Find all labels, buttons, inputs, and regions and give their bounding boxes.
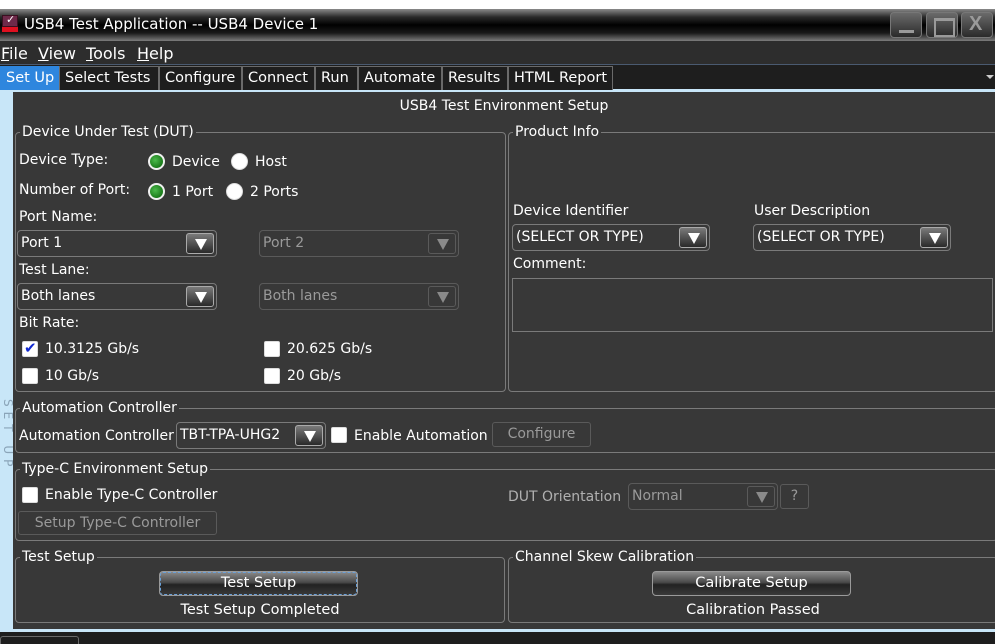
device-identifier-select[interactable]: (SELECT OR TYPE) xyxy=(512,224,710,251)
user-description-select[interactable]: (SELECT OR TYPE) xyxy=(753,224,951,251)
chevron-down-icon[interactable] xyxy=(295,425,323,446)
automation-controller-label: Automation Controller xyxy=(19,428,174,444)
menu-view[interactable]: View xyxy=(38,44,76,63)
user-description-value[interactable]: (SELECT OR TYPE) xyxy=(757,229,885,245)
bitrate-10-3125-checkbox[interactable] xyxy=(22,339,38,357)
chevron-down-icon xyxy=(428,286,456,307)
maximize-button[interactable] xyxy=(926,12,958,38)
radio-device[interactable] xyxy=(148,153,165,170)
menu-help[interactable]: Help xyxy=(137,44,173,63)
bottom-tab[interactable] xyxy=(0,636,79,644)
radio-host-label[interactable]: Host xyxy=(255,154,287,170)
port2-select: Port 2 xyxy=(259,230,459,257)
setup-content: SET UP USB4 Test Environment Setup Devic… xyxy=(0,92,995,632)
bitrate-20-label[interactable]: 20 Gb/s xyxy=(287,368,341,384)
setup-typec-button: Setup Type-C Controller xyxy=(18,511,217,535)
menu-tools[interactable]: Tools xyxy=(86,44,125,63)
bottom-strip xyxy=(0,632,995,644)
tab-automate[interactable]: Automate xyxy=(358,66,442,90)
configure-button: Configure xyxy=(492,422,591,447)
typec-group-title: Type-C Environment Setup xyxy=(20,459,211,479)
chevron-down-icon[interactable] xyxy=(679,227,707,248)
enable-automation-checkbox[interactable] xyxy=(331,427,347,443)
menu-bar: File View Tools Help xyxy=(0,41,995,65)
bit-rate-label: Bit Rate: xyxy=(19,315,80,331)
lane2-select: Both lanes xyxy=(259,283,459,310)
bitrate-10-label[interactable]: 10 Gb/s xyxy=(45,368,99,384)
chevron-down-icon xyxy=(428,233,456,254)
calibration-group-title: Channel Skew Calibration xyxy=(513,547,697,567)
app-icon xyxy=(2,13,18,33)
bitrate-10-3125-label[interactable]: 10.3125 Gb/s xyxy=(45,341,139,357)
enable-typec-label[interactable]: Enable Type-C Controller xyxy=(45,487,217,503)
tab-run[interactable]: Run xyxy=(315,66,358,90)
lane1-select[interactable]: Both lanes xyxy=(17,283,217,310)
title-bar: USB4 Test Application -- USB4 Device 1 xyxy=(0,9,995,41)
chevron-down-icon[interactable] xyxy=(920,227,948,248)
chevron-down-icon[interactable] xyxy=(186,233,214,254)
chevron-down-icon[interactable] xyxy=(186,286,214,307)
minimize-button[interactable] xyxy=(890,12,922,38)
tab-set-up[interactable]: Set Up xyxy=(0,66,59,90)
radio-1-port-label[interactable]: 1 Port xyxy=(172,184,213,200)
device-identifier-value[interactable]: (SELECT OR TYPE) xyxy=(516,229,644,245)
automation-controller-select[interactable]: TBT-TPA-UHG2 xyxy=(176,422,326,449)
radio-device-label[interactable]: Device xyxy=(172,154,220,170)
bitrate-20-625-checkbox[interactable] xyxy=(264,341,280,357)
dut-group-title: Device Under Test (DUT) xyxy=(20,122,196,142)
lane2-value: Both lanes xyxy=(263,288,338,304)
bitrate-20-625-label[interactable]: 20.625 Gb/s xyxy=(287,341,372,357)
port1-select[interactable]: Port 1 xyxy=(17,230,217,257)
radio-1-port[interactable] xyxy=(148,183,165,200)
close-button[interactable] xyxy=(961,12,993,38)
dut-orientation-label: DUT Orientation xyxy=(508,489,622,505)
tab-configure[interactable]: Configure xyxy=(159,66,242,90)
enable-automation-label[interactable]: Enable Automation xyxy=(354,428,488,444)
product-info-title: Product Info xyxy=(513,122,602,142)
automation-controller-value: TBT-TPA-UHG2 xyxy=(180,427,281,443)
bitrate-10-checkbox[interactable] xyxy=(22,368,38,384)
tab-results[interactable]: Results xyxy=(442,66,508,90)
tab-connect[interactable]: Connect xyxy=(242,66,315,90)
radio-2-ports-label[interactable]: 2 Ports xyxy=(250,184,298,200)
window-title: USB4 Test Application -- USB4 Device 1 xyxy=(24,15,319,33)
automation-group-title: Automation Controller xyxy=(20,398,179,418)
dut-orientation-value: Normal xyxy=(632,488,683,504)
lane1-value: Both lanes xyxy=(21,288,96,304)
test-lane-label: Test Lane: xyxy=(19,262,90,278)
menu-file[interactable]: File xyxy=(1,44,28,63)
calibration-status: Calibration Passed xyxy=(686,602,820,618)
tab-overflow-arrow-icon[interactable] xyxy=(986,75,994,79)
test-setup-group-title: Test Setup xyxy=(20,547,97,567)
page-heading: USB4 Test Environment Setup xyxy=(399,98,609,114)
tab-select-tests[interactable]: Select Tests xyxy=(59,66,159,90)
setup-panel: USB4 Test Environment Setup Device Under… xyxy=(13,92,995,629)
port1-value: Port 1 xyxy=(21,235,63,251)
dut-orientation-select: Normal xyxy=(628,483,778,510)
tab-bar: Set Up Select Tests Configure Connect Ru… xyxy=(0,65,995,92)
tab-html-report[interactable]: HTML Report xyxy=(508,66,613,90)
comment-textarea[interactable] xyxy=(512,278,993,332)
chevron-down-icon xyxy=(747,486,775,507)
calibrate-setup-button[interactable]: Calibrate Setup xyxy=(652,571,851,596)
test-setup-button[interactable]: Test Setup xyxy=(159,571,358,596)
radio-2-ports[interactable] xyxy=(226,183,243,200)
enable-typec-checkbox[interactable] xyxy=(22,487,38,503)
port2-value: Port 2 xyxy=(263,235,305,251)
user-description-label: User Description xyxy=(754,203,871,219)
bitrate-20-checkbox[interactable] xyxy=(264,368,280,384)
device-identifier-label: Device Identifier xyxy=(513,203,629,219)
port-name-label: Port Name: xyxy=(19,209,98,225)
side-label: SET UP xyxy=(0,92,15,632)
radio-host[interactable] xyxy=(231,153,248,170)
device-type-label: Device Type: xyxy=(19,152,109,168)
test-setup-status: Test Setup Completed xyxy=(180,602,340,618)
num-port-label: Number of Port: xyxy=(19,182,131,198)
comment-label: Comment: xyxy=(513,256,587,272)
orientation-help-button: ? xyxy=(780,484,809,509)
